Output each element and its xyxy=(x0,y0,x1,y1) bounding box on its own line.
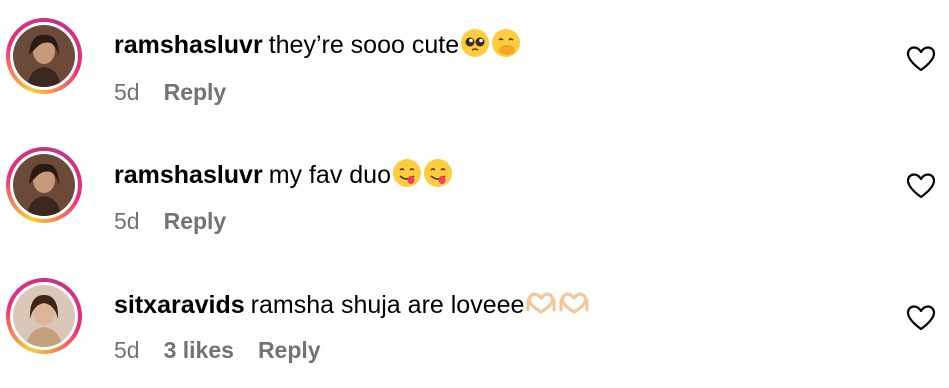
comment-text: ramsha shuja are loveee xyxy=(250,291,525,319)
comment-line: sitxaravids ramsha shuja are loveee xyxy=(114,288,590,325)
reply-button[interactable]: Reply xyxy=(258,336,321,364)
avatar xyxy=(13,154,75,216)
heart-outline-icon[interactable] xyxy=(906,45,936,73)
reply-button[interactable]: Reply xyxy=(164,207,227,235)
comment-item: ramshasluvr they’re sooo cute 5d Reply xyxy=(0,0,949,110)
likes-count-button[interactable]: 3 likes xyxy=(164,336,234,364)
comment-timestamp: 5d xyxy=(114,208,140,234)
comment-timestamp: 5d xyxy=(114,337,140,363)
comment-username[interactable]: sitxaravids xyxy=(114,291,245,319)
comment-meta: 5d 3 likes Reply xyxy=(114,336,321,364)
heart-hands-icon xyxy=(525,288,557,325)
comment-text: they’re sooo cute xyxy=(268,31,460,59)
avatar-story-ring[interactable] xyxy=(6,18,82,94)
heart-outline-icon[interactable] xyxy=(906,172,936,200)
avatar xyxy=(13,25,75,87)
hand-over-mouth-face-icon xyxy=(491,28,521,65)
avatar-story-ring[interactable] xyxy=(6,278,82,354)
comment-username[interactable]: ramshasluvr xyxy=(114,161,263,189)
heart-hands-icon xyxy=(558,288,590,325)
pleading-face-icon xyxy=(460,28,490,65)
savoring-food-face-icon xyxy=(423,158,453,195)
comment-line: ramshasluvr they’re sooo cute xyxy=(114,28,521,65)
avatar-story-ring[interactable] xyxy=(6,147,82,223)
avatar xyxy=(13,285,75,347)
heart-outline-icon[interactable] xyxy=(906,304,936,332)
savoring-food-face-icon xyxy=(392,158,422,195)
comment-meta: 5d Reply xyxy=(114,78,226,106)
comment-item: ramshasluvr my fav duo 5d Reply xyxy=(0,130,949,240)
reply-button[interactable]: Reply xyxy=(164,78,227,106)
comment-username[interactable]: ramshasluvr xyxy=(114,31,263,59)
comment-meta: 5d Reply xyxy=(114,207,226,235)
comment-timestamp: 5d xyxy=(114,79,140,105)
comment-text: my fav duo xyxy=(268,161,391,189)
comment-line: ramshasluvr my fav duo xyxy=(114,158,453,195)
comment-item: sitxaravids ramsha shuja are loveee 5d 3 l… xyxy=(0,260,949,370)
